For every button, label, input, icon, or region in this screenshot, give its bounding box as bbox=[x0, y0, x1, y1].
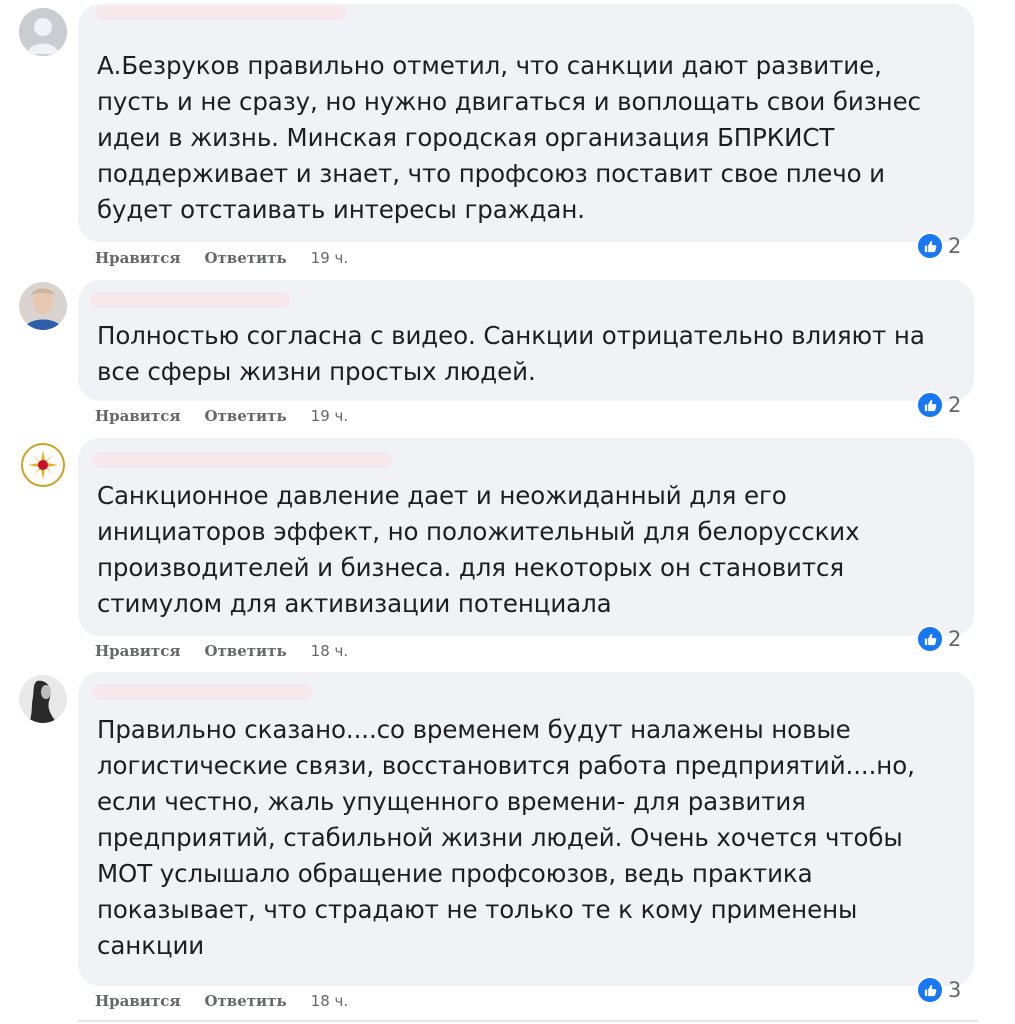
like-button[interactable]: Нравится bbox=[95, 992, 180, 1010]
avatar-organization[interactable] bbox=[19, 441, 67, 489]
timestamp[interactable]: 19 ч. bbox=[311, 249, 349, 267]
like-button[interactable]: Нравится bbox=[95, 249, 180, 267]
comment-text: А.Безруков правильно отметил, что санкци… bbox=[97, 51, 921, 224]
thumbs-up-icon bbox=[916, 976, 944, 1004]
avatar-user[interactable] bbox=[19, 675, 67, 723]
reply-button[interactable]: Ответить bbox=[204, 407, 286, 425]
comment-bubble: Правильно сказано....со временем будут н… bbox=[78, 672, 974, 986]
comment-bubble: Санкционное давление дает и неожиданный … bbox=[78, 438, 974, 636]
reaction-number: 2 bbox=[948, 234, 962, 258]
author-name-redacted bbox=[90, 292, 290, 308]
emblem-logo-icon bbox=[19, 441, 67, 489]
comment-text: Санкционное давление дает и неожиданный … bbox=[97, 481, 860, 618]
comment-actions: Нравится Ответить 18 ч. bbox=[95, 642, 348, 660]
reply-button[interactable]: Ответить bbox=[204, 992, 286, 1010]
thumbs-up-icon bbox=[916, 391, 944, 419]
thumbs-up-icon bbox=[916, 232, 944, 260]
reaction-count[interactable]: 2 bbox=[916, 625, 961, 653]
reaction-number: 2 bbox=[948, 627, 962, 651]
author-name-redacted bbox=[92, 684, 312, 700]
author-name-redacted bbox=[92, 452, 392, 468]
reaction-count[interactable]: 2 bbox=[916, 391, 961, 419]
reaction-count[interactable]: 3 bbox=[916, 976, 961, 1004]
timestamp[interactable]: 19 ч. bbox=[311, 407, 349, 425]
timestamp[interactable]: 18 ч. bbox=[311, 642, 349, 660]
divider bbox=[78, 1020, 978, 1022]
reaction-number: 2 bbox=[948, 393, 962, 417]
thumbs-up-icon bbox=[916, 625, 944, 653]
comment-actions: Нравится Ответить 18 ч. bbox=[95, 992, 348, 1010]
reaction-count[interactable]: 2 bbox=[916, 232, 961, 260]
comment-actions: Нравится Ответить 19 ч. bbox=[95, 407, 348, 425]
author-name-redacted bbox=[96, 6, 346, 20]
like-button[interactable]: Нравится bbox=[95, 642, 180, 660]
like-button[interactable]: Нравится bbox=[95, 407, 180, 425]
comment-bubble: А.Безруков правильно отметил, что санкци… bbox=[78, 4, 974, 242]
comment-text: Правильно сказано....со временем будут н… bbox=[97, 715, 915, 960]
reaction-number: 3 bbox=[948, 978, 962, 1002]
comment-bubble: Полностью согласна с видео. Санкции отри… bbox=[78, 280, 974, 401]
reply-button[interactable]: Ответить bbox=[204, 249, 286, 267]
reply-button[interactable]: Ответить bbox=[204, 642, 286, 660]
avatar-default[interactable] bbox=[19, 8, 67, 56]
user-photo-icon bbox=[19, 675, 67, 723]
comment-actions: Нравится Ответить 19 ч. bbox=[95, 249, 348, 267]
avatar-user[interactable] bbox=[19, 282, 67, 330]
timestamp[interactable]: 18 ч. bbox=[311, 992, 349, 1010]
comment-text: Полностью согласна с видео. Санкции отри… bbox=[97, 321, 925, 386]
default-avatar-icon bbox=[19, 8, 67, 56]
user-photo-icon bbox=[19, 282, 67, 330]
